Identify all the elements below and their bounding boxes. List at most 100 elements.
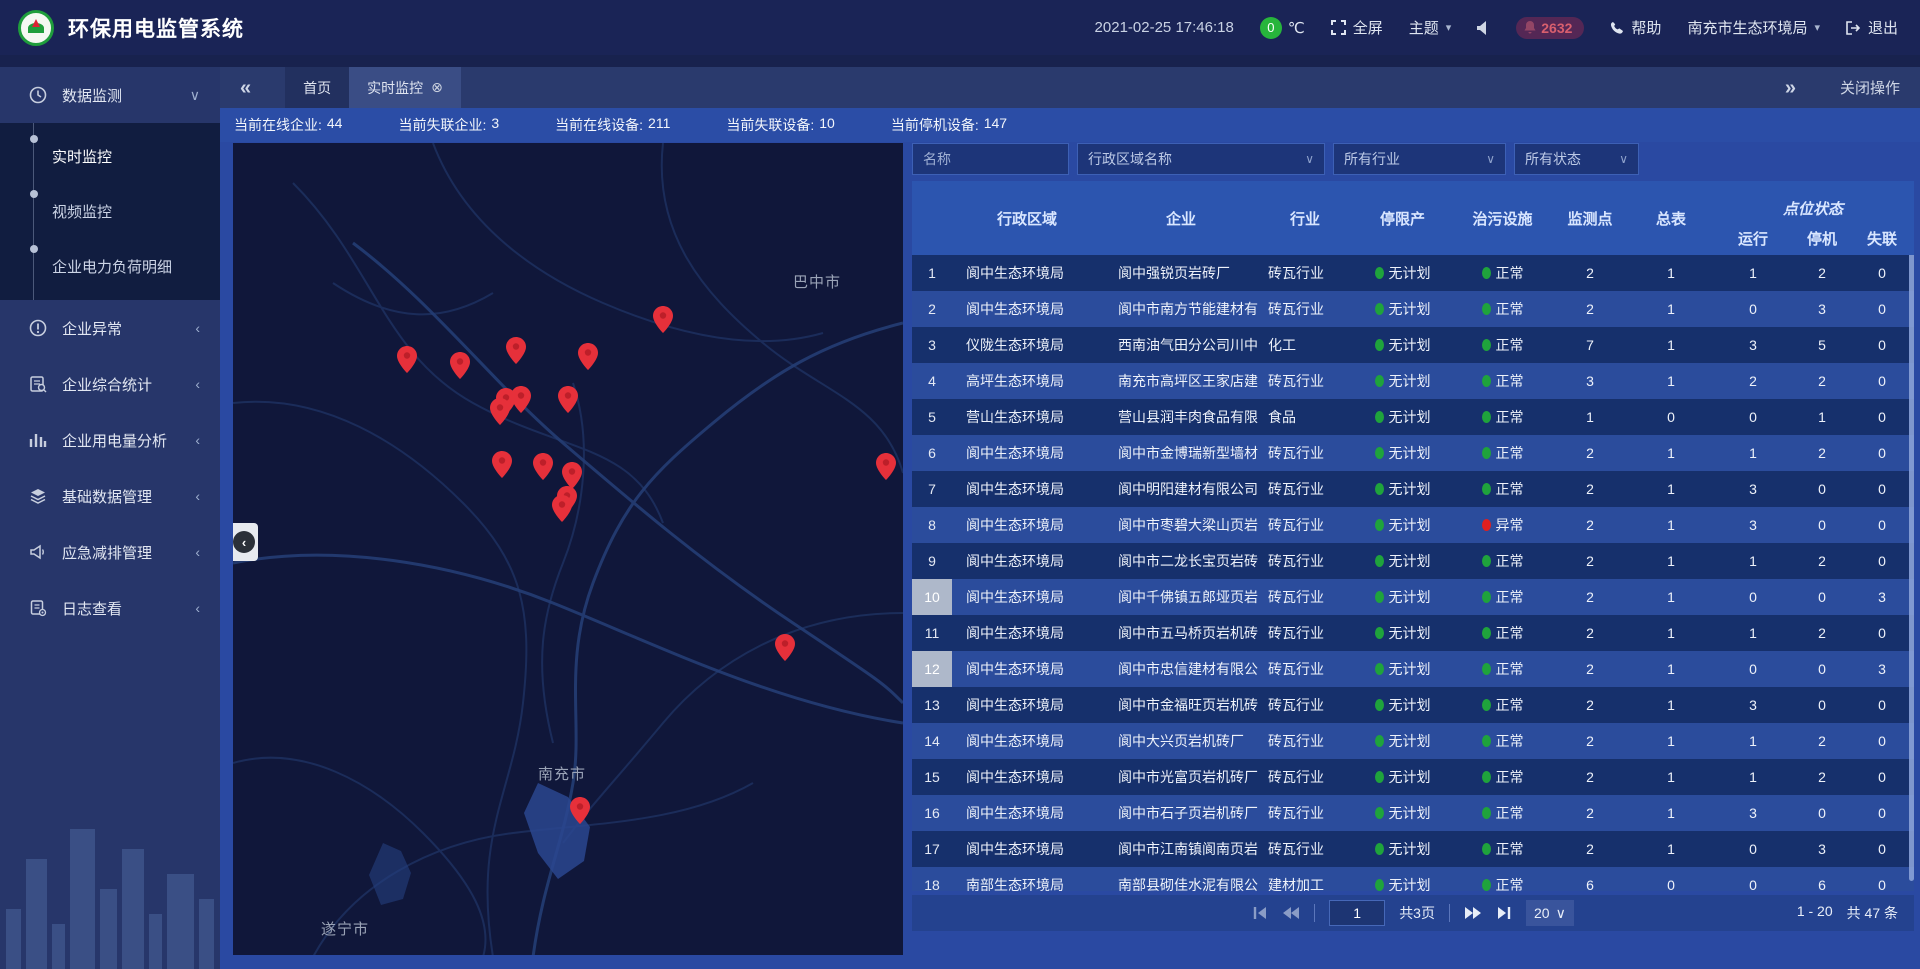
cell-production-status: 无计划 [1350, 291, 1455, 327]
name-filter-field[interactable] [912, 143, 1069, 175]
page-size-select[interactable]: 20 ∨ [1526, 900, 1574, 926]
table-row[interactable]: 9阆中生态环境局阆中市二龙长宝页岩砖砖瓦行业无计划正常21120 [912, 543, 1914, 579]
map-pin-icon[interactable] [558, 386, 578, 413]
table-row[interactable]: 15阆中生态环境局阆中市光富页岩机砖厂砖瓦行业无计划正常21120 [912, 759, 1914, 795]
close-tab-icon[interactable]: ⊗ [431, 79, 443, 96]
name-filter-input[interactable] [923, 151, 1058, 167]
cell-meters: 1 [1630, 723, 1712, 759]
cell-region: 阆中生态环境局 [952, 687, 1102, 723]
cell-points: 2 [1550, 759, 1630, 795]
cell-stopped: 6 [1794, 867, 1850, 891]
table-row[interactable]: 8阆中生态环境局阆中市枣碧大梁山页岩砖瓦行业无计划异常21300 [912, 507, 1914, 543]
map-pin-icon[interactable] [492, 451, 512, 478]
sound-toggle[interactable] [1477, 21, 1490, 35]
cell-industry: 砖瓦行业 [1260, 255, 1350, 291]
table-scrollbar[interactable] [1909, 255, 1914, 881]
page-number-input[interactable] [1329, 900, 1385, 926]
map-pin-icon[interactable] [490, 398, 510, 425]
last-page-button[interactable] [1496, 906, 1512, 920]
table-row[interactable]: 13阆中生态环境局阆中市金福旺页岩机砖砖瓦行业无计划正常21300 [912, 687, 1914, 723]
status-filter-select[interactable]: 所有状态 ∨ [1514, 143, 1639, 175]
chevron-down-icon: ∨ [1305, 152, 1314, 166]
cell-offline: 0 [1850, 471, 1914, 507]
map-pin-icon[interactable] [552, 495, 572, 522]
cell-industry: 砖瓦行业 [1260, 471, 1350, 507]
scroll-tabs-right-button[interactable]: » [1785, 78, 1796, 98]
table-row[interactable]: 18南部生态环境局南部县砌佳水泥有限公建材加工无计划正常60060 [912, 867, 1914, 891]
region-filter-select[interactable]: 行政区域名称 ∨ [1077, 143, 1325, 175]
table-row[interactable]: 17阆中生态环境局阆中市江南镇阆南页岩砖瓦行业无计划正常21030 [912, 831, 1914, 867]
map-pin-icon[interactable] [775, 634, 795, 661]
sidebar-subitem[interactable]: 视频监控 [0, 184, 220, 239]
next-page-button[interactable] [1464, 906, 1482, 920]
map-pin-icon[interactable] [578, 343, 598, 370]
sidebar-item-log-view[interactable]: 日志查看‹ [0, 580, 220, 636]
tab-home[interactable]: 首页 [285, 67, 349, 108]
cell-facility-status: 正常 [1455, 651, 1550, 687]
tab-realtime-monitor[interactable]: 实时监控⊗ [349, 67, 461, 108]
status-dot-icon [1375, 339, 1384, 351]
table-row[interactable]: 10阆中生态环境局阆中千佛镇五郎垭页岩砖瓦行业无计划正常21003 [912, 579, 1914, 615]
table-row[interactable]: 2阆中生态环境局阆中市南方节能建材有砖瓦行业无计划正常21030 [912, 291, 1914, 327]
prev-page-button[interactable] [1282, 906, 1300, 920]
cell-production-status: 无计划 [1350, 723, 1455, 759]
industry-filter-select[interactable]: 所有行业 ∨ [1333, 143, 1506, 175]
map-pin-icon[interactable] [876, 453, 896, 480]
cell-production-status: 无计划 [1350, 507, 1455, 543]
table-row[interactable]: 3仪陇生态环境局西南油气田分公司川中化工无计划正常71350 [912, 327, 1914, 363]
cell-company: 阆中千佛镇五郎垭页岩 [1102, 579, 1260, 615]
logout-button[interactable]: 退出 [1846, 17, 1898, 38]
cell-offline: 0 [1850, 543, 1914, 579]
close-operations-button[interactable]: 关闭操作 [1840, 77, 1900, 98]
help-button[interactable]: 帮助 [1610, 17, 1661, 38]
cell-company: 阆中市二龙长宝页岩砖 [1102, 543, 1260, 579]
sidebar-subitem[interactable]: 企业电力负荷明细 [0, 239, 220, 294]
sidebar-item-emergency-reduction[interactable]: 应急减排管理‹ [0, 524, 220, 580]
map-pin-icon[interactable] [533, 453, 553, 480]
cell-running: 3 [1712, 687, 1794, 723]
cell-region: 阆中生态环境局 [952, 759, 1102, 795]
fullscreen-button[interactable]: 全屏 [1331, 17, 1383, 38]
map-pin-icon[interactable] [397, 346, 417, 373]
first-page-button[interactable] [1252, 906, 1268, 920]
collapse-panel-button[interactable]: ‹ [233, 523, 258, 561]
cell-facility-status: 正常 [1455, 255, 1550, 291]
cell-production-status: 无计划 [1350, 399, 1455, 435]
scroll-tabs-left-button[interactable]: « [240, 78, 251, 98]
notification-badge[interactable]: 2632 [1516, 17, 1584, 39]
sidebar-item-base-data[interactable]: 基础数据管理‹ [0, 468, 220, 524]
table-row[interactable]: 16阆中生态环境局阆中市石子页岩机砖厂砖瓦行业无计划正常21300 [912, 795, 1914, 831]
table-row[interactable]: 11阆中生态环境局阆中市五马桥页岩机砖砖瓦行业无计划正常21120 [912, 615, 1914, 651]
status-dot-icon [1482, 807, 1491, 819]
table-row[interactable]: 7阆中生态环境局阆中明阳建材有限公司砖瓦行业无计划正常21300 [912, 471, 1914, 507]
map-pin-icon[interactable] [570, 797, 590, 824]
sidebar-subitem[interactable]: 实时监控 [0, 129, 220, 184]
map-pin-icon[interactable] [562, 462, 582, 489]
map-pin-icon[interactable] [653, 306, 673, 333]
cell-points: 2 [1550, 291, 1630, 327]
col-points: 监测点 [1550, 181, 1630, 255]
org-dropdown[interactable]: 南充市生态环境局 ▾ [1687, 17, 1820, 38]
status-dot-icon [1375, 735, 1384, 747]
cell-industry: 砖瓦行业 [1260, 687, 1350, 723]
map-pin-icon[interactable] [511, 386, 531, 413]
map-pin-icon[interactable] [506, 337, 526, 364]
map-pin-icon[interactable] [450, 352, 470, 379]
table-row[interactable]: 4高坪生态环境局南充市高坪区王家店建砖瓦行业无计划正常31220 [912, 363, 1914, 399]
table-row[interactable]: 12阆中生态环境局阆中市忠信建材有限公砖瓦行业无计划正常21003 [912, 651, 1914, 687]
theme-dropdown[interactable]: 主题 ▾ [1409, 17, 1452, 38]
sidebar-item-power-analysis[interactable]: 企业用电量分析‹ [0, 412, 220, 468]
sidebar-item-company-abnormal[interactable]: 企业异常‹ [0, 300, 220, 356]
prev-page-icon [1282, 906, 1300, 920]
cell-industry: 砖瓦行业 [1260, 507, 1350, 543]
sidebar-item-data-monitor[interactable]: 数据监测∨ [0, 67, 220, 123]
table-row[interactable]: 6阆中生态环境局阆中市金博瑞新型墙材砖瓦行业无计划正常21120 [912, 435, 1914, 471]
map-panel[interactable]: 巴中市南充市遂宁市 ‹ [233, 143, 903, 955]
table-row[interactable]: 5营山生态环境局营山县润丰肉食品有限食品无计划正常10010 [912, 399, 1914, 435]
table-row[interactable]: 1阆中生态环境局阆中强锐页岩砖厂砖瓦行业无计划正常21120 [912, 255, 1914, 291]
table-row[interactable]: 14阆中生态环境局阆中大兴页岩机砖厂砖瓦行业无计划正常21120 [912, 723, 1914, 759]
chevron-left-icon: ‹ [195, 320, 200, 336]
bullet-icon [30, 190, 38, 198]
sidebar-item-company-statistics[interactable]: 企业综合统计‹ [0, 356, 220, 412]
city-label: 南充市 [538, 763, 586, 784]
